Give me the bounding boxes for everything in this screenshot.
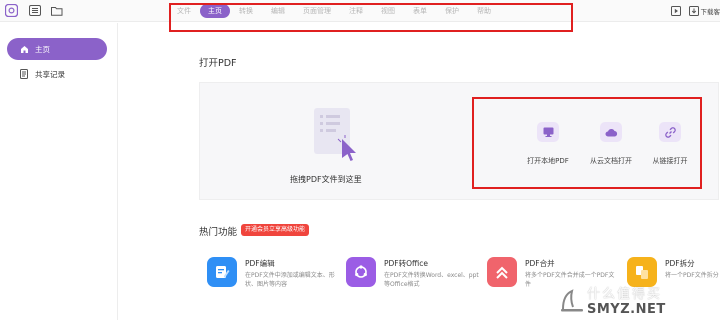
sidebar-item-label: 主页 bbox=[35, 44, 50, 54]
document-icon bbox=[19, 69, 29, 79]
feature-description: 在PDF文件中添加或编辑文本、形状、图片等内容 bbox=[245, 272, 335, 288]
open-local-pdf-button[interactable]: 打开本地PDF bbox=[513, 122, 583, 166]
action-label: 从链接打开 bbox=[652, 157, 688, 165]
hamburger-menu-icon[interactable] bbox=[27, 3, 42, 18]
cloud-icon bbox=[600, 122, 622, 142]
folder-open-icon[interactable] bbox=[49, 3, 64, 18]
merge-icon bbox=[487, 257, 517, 287]
feature-title: PDF合并 bbox=[525, 259, 555, 268]
play-icon[interactable] bbox=[670, 6, 681, 16]
watermark-site-name: 什么值得买 bbox=[587, 286, 663, 302]
document-drop-icon bbox=[314, 108, 356, 161]
watermark-logo-icon bbox=[561, 288, 583, 311]
highlight-box-menu bbox=[169, 3, 573, 32]
feature-title: PDF拆分 bbox=[665, 259, 695, 268]
sidebar-item-label: 共享记录 bbox=[35, 69, 65, 79]
download-client-link[interactable]: 下载客 bbox=[701, 6, 720, 16]
sidebar: 主页 共享记录 bbox=[0, 23, 118, 320]
monitor-icon bbox=[537, 122, 559, 142]
download-icon[interactable] bbox=[688, 6, 699, 16]
hot-features-title: 热门功能 bbox=[199, 227, 238, 238]
edit-icon bbox=[207, 257, 237, 287]
action-label: 打开本地PDF bbox=[527, 157, 569, 165]
app-logo-icon[interactable] bbox=[4, 3, 19, 18]
feature-title: PDF编辑 bbox=[245, 259, 275, 268]
home-icon bbox=[19, 44, 29, 54]
vip-promo-badge[interactable]: 开通会员立享高级功能 bbox=[241, 224, 310, 236]
feature-title: PDF转Office bbox=[384, 259, 429, 268]
link-icon bbox=[659, 122, 681, 142]
site-watermark: 什么值得买 SMYZ.NET bbox=[557, 279, 720, 320]
convert-icon bbox=[346, 257, 376, 287]
open-from-link-button[interactable]: 从链接打开 bbox=[635, 122, 705, 166]
sidebar-item-home[interactable]: 主页 bbox=[7, 38, 107, 60]
toolbar-right-group: 下载客 bbox=[670, 3, 720, 19]
watermark-domain: SMYZ.NET bbox=[587, 301, 666, 317]
drop-label: 拖拽PDF文件到这里 bbox=[290, 175, 362, 184]
open-pdf-title: 打开PDF bbox=[199, 58, 237, 69]
sidebar-item-share-records[interactable]: 共享记录 bbox=[7, 63, 107, 85]
feature-description: 在PDF文件转换Word、excel、ppt等Office格式 bbox=[384, 272, 479, 288]
